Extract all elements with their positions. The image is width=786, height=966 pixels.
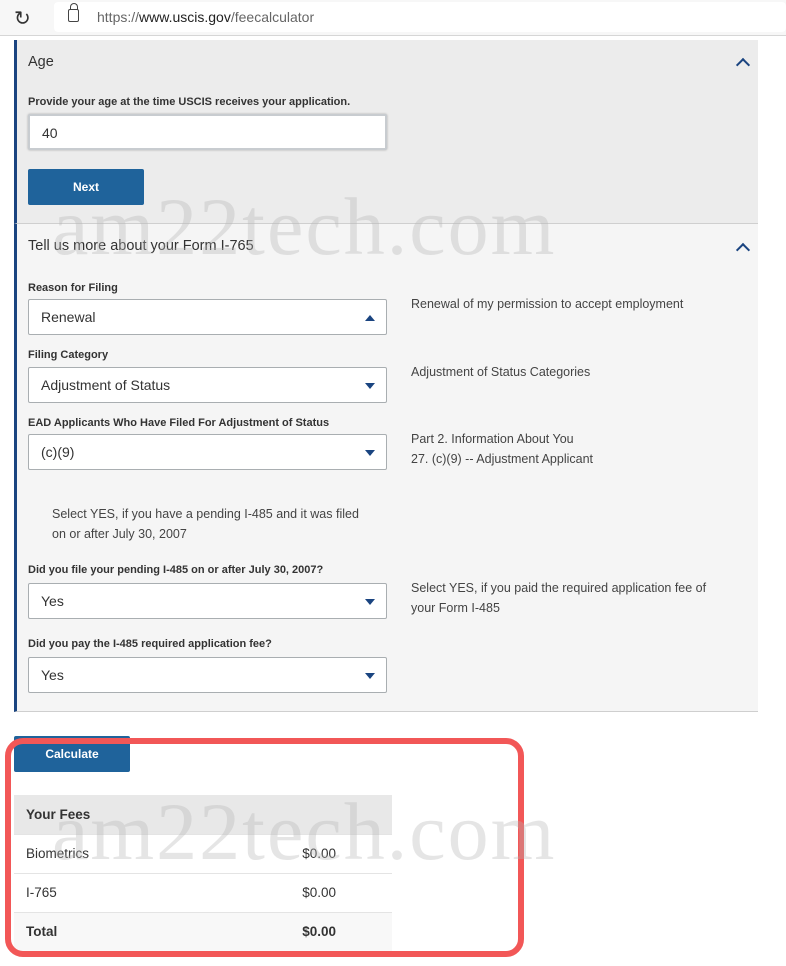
- category-select[interactable]: Adjustment of Status: [28, 367, 387, 403]
- category-hint: Adjustment of Status Categories: [411, 365, 591, 379]
- ead-value: (c)(9): [41, 444, 75, 460]
- pending-i485-note: Select YES, if you have a pending I-485 …: [52, 507, 359, 541]
- ead-select[interactable]: (c)(9): [28, 434, 387, 470]
- url-text: https://www.uscis.gov/feecalculator: [97, 9, 315, 25]
- reason-hint: Renewal of my permission to accept emplo…: [411, 297, 684, 311]
- i485-fee-label: Did you pay the I-485 required applicati…: [28, 638, 272, 650]
- caret-down-icon: [365, 383, 375, 389]
- browser-address-bar: ↻ https://www.uscis.gov/feecalculator: [0, 0, 786, 36]
- caret-down-icon: [365, 450, 375, 456]
- highlight-box: [5, 738, 524, 957]
- lock-icon[interactable]: [68, 3, 79, 22]
- chevron-up-icon[interactable]: [735, 242, 751, 258]
- reload-icon[interactable]: ↻: [14, 6, 31, 31]
- i485-fee-value: Yes: [41, 667, 64, 683]
- i485-date-value: Yes: [41, 593, 64, 609]
- next-button[interactable]: Next: [28, 169, 144, 205]
- form-section-title[interactable]: Tell us more about your Form I-765: [28, 238, 254, 254]
- ead-hint: Part 2. Information About You 27. (c)(9) …: [411, 432, 594, 466]
- category-label: Filing Category: [28, 349, 109, 361]
- caret-down-icon: [365, 599, 375, 605]
- reason-value: Renewal: [41, 309, 96, 325]
- age-section: Age Provide your age at the time USCIS r…: [14, 40, 758, 224]
- reason-select[interactable]: Renewal: [28, 299, 387, 335]
- i485-date-label: Did you file your pending I-485 on or af…: [28, 564, 324, 576]
- caret-down-icon: [365, 673, 375, 679]
- chevron-up-icon[interactable]: [735, 57, 751, 73]
- caret-up-icon: [365, 315, 375, 321]
- form-i765-section: Tell us more about your Form I-765 Reaso…: [14, 224, 758, 712]
- i485-fee-select[interactable]: Yes: [28, 657, 387, 693]
- reason-label: Reason for Filing: [28, 282, 118, 294]
- age-label: Provide your age at the time USCIS recei…: [28, 96, 351, 108]
- url-field[interactable]: https://www.uscis.gov/feecalculator: [54, 2, 786, 32]
- age-section-title[interactable]: Age: [28, 54, 54, 70]
- i485-date-select[interactable]: Yes: [28, 583, 387, 619]
- category-value: Adjustment of Status: [41, 377, 171, 393]
- i485-fee-hint: Select YES, if you paid the required app…: [411, 581, 707, 615]
- ead-label: EAD Applicants Who Have Filed For Adjust…: [28, 417, 330, 429]
- age-input[interactable]: 40: [28, 114, 387, 150]
